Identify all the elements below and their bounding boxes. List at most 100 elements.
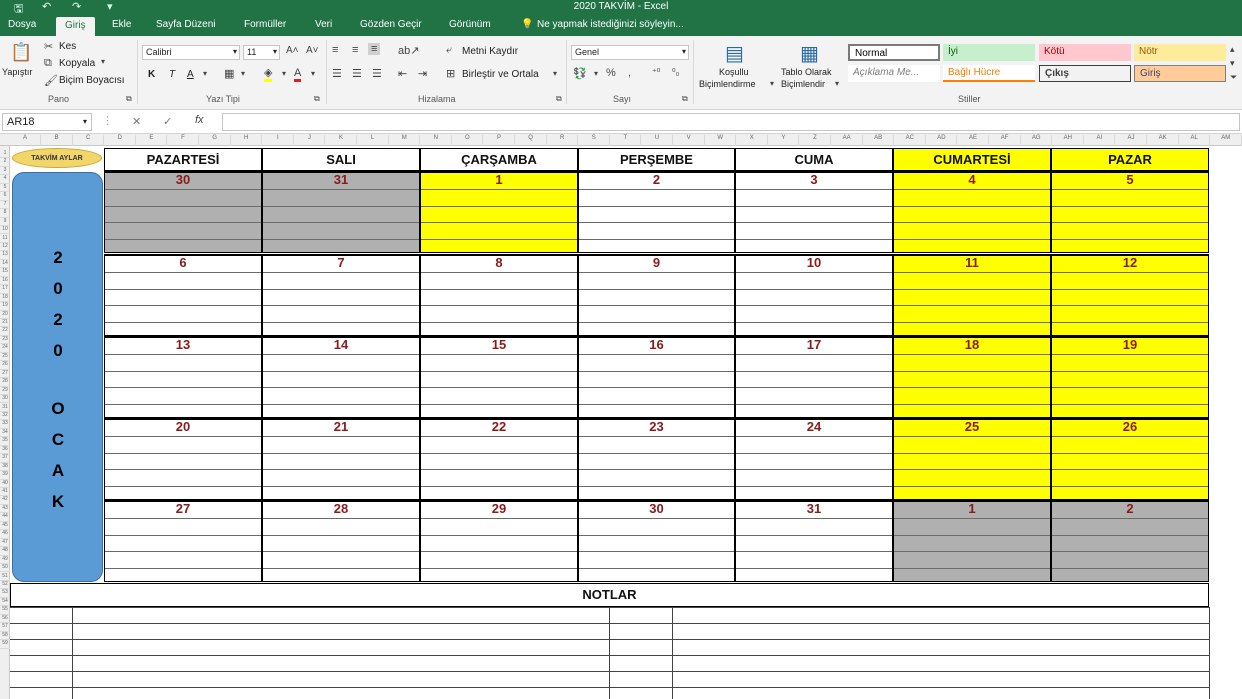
row-header[interactable]: 47	[0, 539, 10, 548]
align-center-icon[interactable]: ☰	[352, 67, 362, 80]
tab-home[interactable]: Giriş	[56, 17, 95, 36]
row-header[interactable]: 29	[0, 387, 10, 396]
column-header[interactable]: AL	[1179, 135, 1211, 146]
format-as-table-label-1[interactable]: Tablo Olarak	[781, 67, 832, 77]
font-color-icon[interactable]: A	[294, 67, 302, 82]
conditional-formatting-dropdown-icon[interactable]: ▾	[770, 79, 774, 88]
row-header[interactable]: 26	[0, 361, 10, 370]
align-right-icon[interactable]: ☰	[372, 67, 382, 80]
merge-center-icon[interactable]: ⊞	[446, 67, 455, 80]
name-box[interactable]: AR18 ▾	[2, 113, 92, 131]
number-launcher-icon[interactable]: ⧉	[682, 94, 688, 104]
row-header[interactable]: 19	[0, 302, 10, 311]
fill-color-dropdown-icon[interactable]: ▾	[282, 69, 286, 78]
column-header[interactable]: I	[263, 135, 294, 146]
column-header[interactable]: AJ	[1116, 135, 1147, 146]
row-header[interactable]: 7	[0, 201, 10, 210]
conditional-formatting-icon[interactable]: ▤	[725, 41, 744, 66]
merge-center-button[interactable]: Birleştir ve Ortala	[462, 69, 539, 80]
row-header[interactable]: 38	[0, 463, 10, 472]
column-header[interactable]: F	[168, 135, 199, 146]
row-header[interactable]: 40	[0, 480, 10, 488]
row-header[interactable]: 43	[0, 505, 10, 514]
alignment-launcher-icon[interactable]: ⧉	[556, 94, 562, 104]
format-painter-icon[interactable]: 🖌	[44, 74, 58, 87]
column-header[interactable]: C	[73, 135, 105, 146]
worksheet[interactable]: A B C D E F G H I J K L M N O P Q R S T U V W X Y Z AA AB AC AD AE AF AG…	[0, 134, 1242, 699]
row-header[interactable]: 11	[0, 235, 10, 243]
decrease-font-icon[interactable]: A˅	[306, 45, 319, 56]
underline-button[interactable]: A	[187, 69, 194, 80]
decrease-indent-icon[interactable]: ⇤	[398, 67, 407, 80]
styles-more-icon[interactable]: ⏷	[1230, 72, 1237, 83]
underline-dropdown-icon[interactable]: ▾	[203, 69, 207, 78]
column-header[interactable]: AC	[895, 135, 926, 146]
column-header[interactable]: X	[737, 135, 768, 146]
row-header[interactable]: 18	[0, 294, 10, 303]
column-header[interactable]: AG	[1021, 135, 1053, 146]
paste-icon[interactable]: 📋	[10, 42, 32, 63]
row-header[interactable]: 33	[0, 420, 10, 429]
row-header[interactable]: 45	[0, 522, 10, 531]
column-header[interactable]: V	[674, 135, 705, 146]
comma-style-icon[interactable]: ,	[628, 67, 631, 79]
font-size-select[interactable]: 11 ▾	[243, 45, 280, 60]
column-header[interactable]: Y	[768, 135, 800, 146]
column-header[interactable]: L	[358, 135, 389, 146]
cut-button[interactable]: Kes	[59, 41, 76, 52]
tell-me-search[interactable]: Ne yapmak istediğinizi söyleyin...	[537, 19, 684, 30]
column-header[interactable]: AK	[1148, 135, 1179, 146]
row-header[interactable]: 51	[0, 573, 10, 581]
row-header[interactable]: 17	[0, 285, 10, 294]
row-header[interactable]: 30	[0, 395, 10, 404]
column-header[interactable]: AA	[832, 135, 863, 146]
row-header[interactable]: 49	[0, 556, 10, 565]
row-header[interactable]: 48	[0, 547, 10, 556]
column-header[interactable]: D	[105, 135, 136, 146]
conditional-formatting-label-2[interactable]: Biçimlendirme	[699, 79, 756, 89]
row-header[interactable]: 6	[0, 192, 10, 201]
pano-launcher-icon[interactable]: ⧉	[126, 94, 132, 104]
styles-scroll-down-icon[interactable]: ▾	[1230, 58, 1235, 69]
cut-icon[interactable]: ✂	[44, 40, 53, 53]
column-header[interactable]: Q	[516, 135, 547, 146]
tab-page-layout[interactable]: Sayfa Düzeni	[156, 19, 215, 30]
column-header[interactable]: Z	[800, 135, 831, 146]
row-header[interactable]: 9	[0, 218, 10, 227]
style-output[interactable]: Çıkış	[1039, 65, 1131, 82]
column-header[interactable]: AH	[1053, 135, 1084, 146]
row-header[interactable]: 58	[0, 632, 10, 641]
row-header[interactable]: 27	[0, 370, 10, 379]
bold-button[interactable]: K	[148, 69, 155, 80]
column-header[interactable]: B	[42, 135, 73, 146]
align-left-icon[interactable]: ☰	[332, 67, 342, 80]
row-header[interactable]: 12	[0, 243, 10, 252]
row-header[interactable]: 1	[0, 150, 10, 159]
row-header[interactable]: 23	[0, 336, 10, 345]
borders-icon[interactable]: ▦	[224, 67, 234, 80]
row-header[interactable]: 2	[0, 158, 10, 167]
increase-decimal-icon[interactable]: ⁺⁰	[652, 67, 660, 78]
row-header[interactable]: 32	[0, 412, 10, 421]
column-header[interactable]: N	[421, 135, 452, 146]
row-header[interactable]: 28	[0, 378, 10, 387]
row-header[interactable]: 10	[0, 226, 10, 235]
tab-view[interactable]: Görünüm	[449, 19, 491, 30]
conditional-formatting-label-1[interactable]: Koşullu	[719, 67, 749, 77]
column-header[interactable]: O	[452, 135, 484, 146]
column-header[interactable]: S	[579, 135, 610, 146]
row-header[interactable]: 8	[0, 209, 10, 218]
cancel-icon[interactable]: ✕	[132, 115, 141, 128]
fill-color-icon[interactable]: ◈	[264, 67, 273, 82]
row-header[interactable]: 21	[0, 319, 10, 328]
column-header[interactable]: A	[10, 135, 41, 146]
align-bottom-icon[interactable]: ≡	[368, 43, 381, 55]
column-header[interactable]: K	[326, 135, 357, 146]
row-header[interactable]: 36	[0, 446, 10, 455]
borders-dropdown-icon[interactable]: ▾	[241, 69, 245, 78]
format-as-table-dropdown-icon[interactable]: ▾	[835, 79, 839, 88]
format-as-table-icon[interactable]: ▦	[800, 41, 819, 66]
row-header[interactable]: 55	[0, 606, 10, 615]
column-header[interactable]: W	[705, 135, 737, 146]
column-header[interactable]: T	[610, 135, 642, 146]
